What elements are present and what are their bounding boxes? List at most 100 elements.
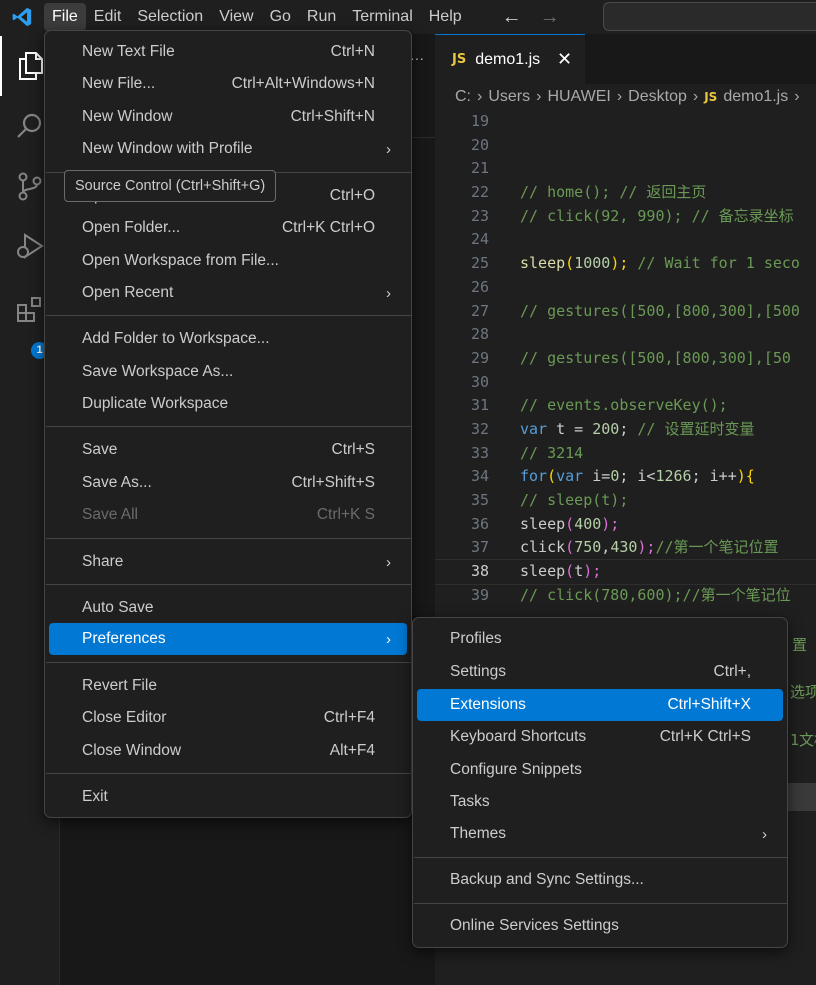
code-line: 21 [435,157,816,181]
code-text: // home(); // 返回主页 [520,181,706,205]
menu-item-themes[interactable]: Themes › [417,818,783,850]
menu-item-auto-save[interactable]: Auto Save [49,592,407,624]
chevron-right-icon: › [692,88,699,105]
menu-item-save-workspace-as[interactable]: Save Workspace As... [49,356,407,388]
menu-item-save-all: Save All Ctrl+K S [49,499,407,531]
menu-edit[interactable]: Edit [86,3,130,31]
editor-tabs: JS demo1.js ✕ [435,34,816,84]
bracket-token: ( [565,538,575,557]
menu-item-new-text-file[interactable]: New Text File Ctrl+N [49,36,407,68]
more-actions-icon[interactable]: ··· [410,50,424,66]
function-token: sleep [520,254,566,273]
breadcrumb-item[interactable]: C: [455,88,471,106]
forward-arrow-icon[interactable]: → [540,7,560,27]
menu-terminal[interactable]: Terminal [344,3,420,31]
menu-item-new-window[interactable]: New Window Ctrl+Shift+N [49,101,407,133]
menu-item-preferences[interactable]: Preferences › [49,623,407,655]
number-token: 200 [592,419,620,438]
menu-item-label: Exit [82,788,108,805]
menu-separator [46,315,412,316]
menu-item-shortcut: Ctrl+K Ctrl+O [281,219,375,236]
menu-item-save[interactable]: Save Ctrl+S [49,434,407,466]
menu-separator [414,857,788,858]
code-text: sleep(t); [520,560,601,584]
function-token: sleep [520,562,566,581]
code-editor[interactable]: 19 20 21 22 // home(); // 返回主页 23 // cli… [435,110,816,607]
menu-selection[interactable]: Selection [129,3,211,31]
menu-item-duplicate-workspace[interactable]: Duplicate Workspace [49,388,407,420]
menu-item-save-as[interactable]: Save As... Ctrl+Shift+S [49,467,407,499]
command-center-search[interactable] [603,2,816,31]
line-number: 30 [470,372,489,391]
breadcrumb-item[interactable]: Desktop [628,88,687,106]
menu-item-extensions[interactable]: Extensions Ctrl+Shift+X [417,689,783,721]
comment: // 3214 [520,443,584,462]
line-number: 36 [470,514,489,533]
code-text: for(var i=0; i<1266; i++){ [520,465,755,489]
chevron-right-icon: › [536,88,542,105]
menu-help[interactable]: Help [421,3,470,31]
menu-item-close-editor[interactable]: Close Editor Ctrl+F4 [49,702,407,734]
menu-item-tasks[interactable]: Tasks [417,786,783,818]
menu-item-settings[interactable]: Settings Ctrl+, [417,656,783,688]
code-line: 35 // sleep(t); [435,489,816,513]
menu-item-keyboard-shortcuts[interactable]: Keyboard Shortcuts Ctrl+K Ctrl+S [417,721,783,753]
close-icon[interactable]: ✕ [557,49,572,70]
menu-item-shortcut: Ctrl+Shift+X [667,696,751,713]
menu-item-new-file[interactable]: New File... Ctrl+Alt+Windows+N [49,68,407,100]
menu-item-label: Backup and Sync Settings... [450,871,644,888]
code-text: // gestures([500,[800,300],[500 [520,300,800,324]
tab-demo1-js[interactable]: JS demo1.js ✕ [435,34,585,84]
menu-item-label: Revert File [82,677,157,694]
breadcrumb-item[interactable]: HUAWEI [547,88,610,106]
breadcrumb-item[interactable]: demo1.js [723,88,788,106]
menu-file[interactable]: File [44,3,86,31]
menu-item-configure-snippets[interactable]: Configure Snippets [417,754,783,786]
partial-comment: 置 [792,636,808,654]
variable-token: t = [547,419,593,438]
line-number: 29 [470,348,489,367]
code-line-current: 38 sleep(t); [435,559,816,585]
menu-separator [46,538,412,539]
menu-item-share[interactable]: Share › [49,546,407,578]
code-text: // click(92, 990); // 备忘录坐标 [520,205,794,229]
menu-run[interactable]: Run [299,3,344,31]
menu-item-open-folder[interactable]: Open Folder... Ctrl+K Ctrl+O [49,212,407,244]
menu-item-shortcut: Ctrl+Shift+N [290,108,375,125]
menu-item-label: Settings [450,663,507,680]
breadcrumb-item[interactable]: Users [488,88,530,106]
menu-item-exit[interactable]: Exit [49,781,407,813]
menu-item-profiles[interactable]: Profiles [417,623,783,655]
menu-item-open-recent[interactable]: Open Recent › [49,277,407,309]
back-arrow-icon[interactable]: ← [502,7,522,27]
code-line: 19 [435,110,816,134]
menu-item-shortcut: Ctrl+N [330,43,375,60]
menu-item-revert-file[interactable]: Revert File [49,670,407,702]
menu-item-online-services-settings[interactable]: Online Services Settings [417,910,783,942]
menu-separator [46,773,412,774]
menu-item-label: Close Editor [82,709,167,726]
menu-go[interactable]: Go [262,3,299,31]
comment: //第一个笔记位置 [655,538,779,557]
code-line: 31 // events.observeKey(); [435,394,816,418]
code-line: 24 [435,228,816,252]
code-line: 37 click(750,430);//第一个笔记位置 [435,536,816,560]
menu-item-new-window-with-profile[interactable]: New Window with Profile › [49,133,407,165]
code-line: 25 sleep(1000); // Wait for 1 seco [435,252,816,276]
menu-item-label: Preferences [82,630,166,647]
menu-item-add-folder-to-workspace[interactable]: Add Folder to Workspace... [49,323,407,355]
punctuation-token: , [601,538,611,557]
menu-item-close-window[interactable]: Close Window Alt+F4 [49,735,407,767]
menu-item-label: Save All [82,506,139,523]
code-text: // events.observeKey(); [520,394,728,418]
scrollbar-thumb[interactable] [787,783,816,811]
menu-item-label: Open Folder... [82,219,181,236]
line-number: 22 [470,183,489,202]
line-number: 19 [470,112,489,130]
menu-item-open-workspace-from-file[interactable]: Open Workspace from File... [49,245,407,277]
chevron-right-icon: › [794,88,800,105]
code-text: // 3214 [520,442,583,466]
menu-item-backup-sync-settings[interactable]: Backup and Sync Settings... [417,864,783,896]
menu-view[interactable]: View [211,3,261,31]
number-token: 1266 [655,467,692,486]
